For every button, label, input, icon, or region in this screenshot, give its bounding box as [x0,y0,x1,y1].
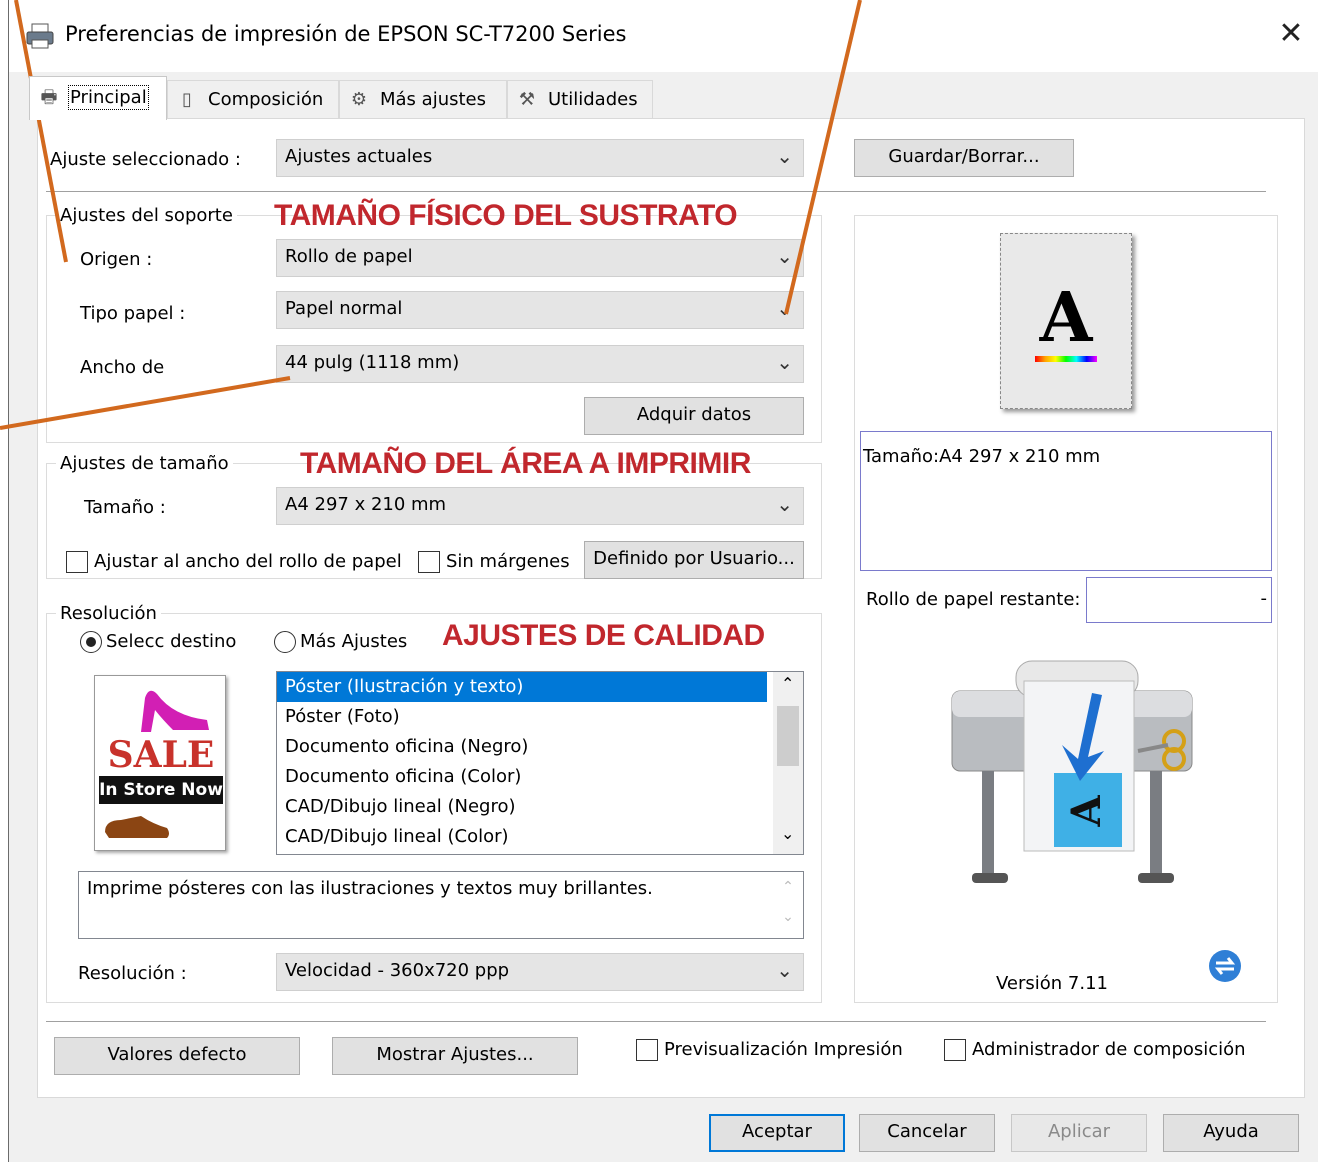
print-preferences-dialog: Preferencias de impresión de EPSON SC-T7… [8,0,1318,1162]
paper-type-select[interactable]: Papel normal ⌄ [276,291,804,329]
page-layout-icon: ▯ [182,89,192,110]
gear-icon: ⚙ [350,89,368,110]
printer-sheet-letter: A [1063,795,1110,828]
in-store-banner: In Store Now [99,776,223,804]
target-list-scrollbar[interactable]: ⌃ ⌄ [773,672,803,854]
acquire-data-button[interactable]: Adquir datos [584,397,804,435]
defaults-button[interactable]: Valores defecto [54,1037,300,1075]
chevron-down-icon: ⌄ [776,350,793,374]
version-label: Versión 7.11 [996,973,1108,994]
paper-type-label: Tipo papel : [80,303,186,324]
list-item-cad-color[interactable]: CAD/Dibujo lineal (Color) [277,822,803,852]
annotation-print-area: TAMAÑO DEL ÁREA A IMPRIMIR [300,447,751,480]
preset-label: Ajuste seleccionado : [50,149,241,170]
chevron-down-icon: ⌄ [776,144,793,168]
print-preview-checkbox[interactable] [636,1039,658,1061]
list-item-office-color[interactable]: Documento oficina (Color) [277,762,803,792]
source-select[interactable]: Rollo de papel ⌄ [276,239,804,277]
shoe-icon [105,816,169,838]
description-text: Imprime pósteres con las ilustraciones y… [87,878,653,899]
page-letter: A [1039,278,1093,358]
user-defined-button[interactable]: Definido por Usuario... [584,541,804,579]
refresh-icon[interactable] [1208,949,1242,983]
width-label: Ancho de [80,357,165,378]
printer-illustration: A [951,660,1193,883]
tab-mas-ajustes[interactable]: ⚙ Más ajustes [339,80,507,118]
description-scrollbar: ⌃ ⌄ [782,879,794,925]
save-delete-button[interactable]: Guardar/Borrar... [854,139,1074,177]
more-settings-radio[interactable] [274,631,296,653]
resolution-label: Resolución : [78,963,187,984]
chevron-down-icon: ⌄ [776,244,793,268]
resolution-select[interactable]: Velocidad - 360x720 ppp ⌄ [276,953,804,991]
show-settings-button[interactable]: Mostrar Ajustes... [332,1037,578,1075]
close-button[interactable]: ✕ [1271,14,1311,54]
target-list[interactable]: Póster (Ilustración y texto) Póster (Fot… [276,671,804,855]
printer-icon [26,23,54,49]
borderless-checkbox[interactable] [418,551,440,573]
wrench-icon: ⚒ [518,89,536,110]
resolution-group-title: Resolución [56,603,161,624]
divider [46,1021,1266,1022]
scroll-thumb[interactable] [777,706,799,766]
divider [46,191,1266,192]
list-item-office-black[interactable]: Documento oficina (Negro) [277,732,803,762]
tab-composicion[interactable]: ▯ Composición [167,80,339,118]
layout-manager-checkbox[interactable] [944,1039,966,1061]
media-group-title: Ajustes del soporte [56,205,237,226]
sale-text: SALE [107,734,215,776]
tab-panel: Ajuste seleccionado : Ajustes actuales ⌄ … [37,118,1305,1098]
help-button[interactable]: Ayuda [1163,1114,1299,1152]
more-settings-label: Más Ajustes [300,631,408,652]
size-info-box: Tamaño:A4 297 x 210 mm [860,431,1272,571]
title-bar: Preferencias de impresión de EPSON SC-T7… [9,0,1318,72]
size-select[interactable]: A4 297 x 210 mm ⌄ [276,487,804,525]
list-item-poster-photo[interactable]: Póster (Foto) [277,702,803,732]
scroll-up-icon[interactable]: ⌃ [781,674,794,693]
chevron-down-icon: ⌄ [776,958,793,982]
size-group-title: Ajustes de tamaño [56,453,233,474]
description-box: Imprime pósteres con las ilustraciones y… [78,871,804,939]
borderless-label: Sin márgenes [446,551,570,572]
preset-select[interactable]: Ajustes actuales ⌄ [276,139,804,177]
page-preview: A [1000,233,1132,409]
roll-remaining-label: Rollo de papel restante: [866,589,1081,610]
select-target-label: Selecc destino [106,631,237,652]
window-title: Preferencias de impresión de EPSON SC-T7… [65,22,627,46]
chevron-down-icon: ⌄ [776,492,793,516]
annotation-quality: AJUSTES DE CALIDAD [442,619,765,652]
tab-principal[interactable]: 🖶 Principal [29,76,167,120]
source-label: Origen : [80,249,153,270]
printer-icon: 🖶 [40,87,58,108]
width-select[interactable]: 44 pulg (1118 mm) ⌄ [276,345,804,383]
tab-utilidades[interactable]: ⚒ Utilidades [507,80,653,118]
list-item-cad-black[interactable]: CAD/Dibujo lineal (Negro) [277,792,803,822]
fit-roll-width-checkbox[interactable] [66,551,88,573]
print-preview-label: Previsualización Impresión [664,1039,903,1060]
scroll-down-icon[interactable]: ⌄ [781,824,794,843]
chevron-down-icon: ⌄ [776,296,793,320]
apply-button[interactable]: Aplicar [1011,1114,1147,1152]
roll-remaining-field: - [1086,577,1272,623]
fit-roll-width-label: Ajustar al ancho del rollo de papel [94,551,402,572]
high-heel-icon [141,690,209,732]
color-bar [1035,356,1097,362]
target-thumbnail: SALE In Store Now [94,675,226,851]
cancel-button[interactable]: Cancelar [859,1114,995,1152]
annotation-physical-size: TAMAÑO FÍSICO DEL SUSTRATO [274,199,738,232]
ok-button[interactable]: Aceptar [709,1114,845,1152]
layout-manager-label: Administrador de composición [972,1039,1246,1060]
list-item-poster-illustration[interactable]: Póster (Ilustración y texto) [277,672,767,702]
select-target-radio[interactable] [80,631,102,653]
size-label: Tamaño : [84,497,166,518]
